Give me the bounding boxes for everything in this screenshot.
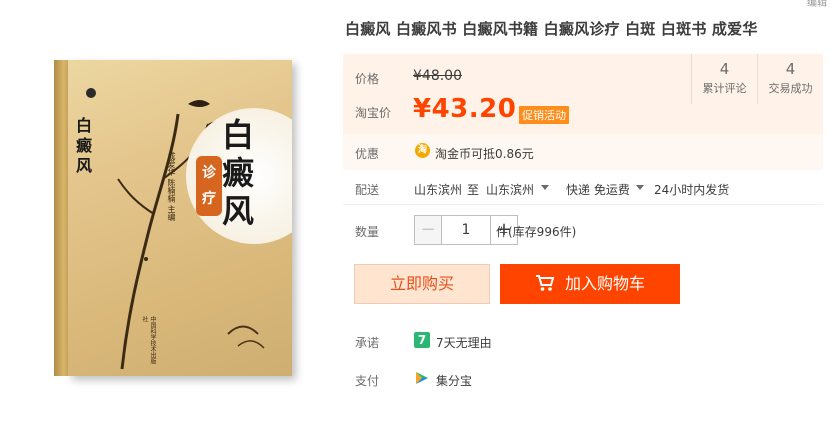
divider xyxy=(343,204,823,205)
original-price: ¥48.00 xyxy=(413,68,462,84)
coin-discount-text: 淘金币可抵0.86元 xyxy=(435,147,534,161)
stat-sales[interactable]: 4 交易成功 xyxy=(757,54,823,104)
jifenbao-icon xyxy=(416,372,428,384)
buy-now-button[interactable]: 立即购买 xyxy=(354,264,490,304)
cart-icon xyxy=(535,275,555,291)
current-price: ¥43.20 xyxy=(413,94,517,124)
discount-panel: 优惠 淘 淘金币可抵0.86元 xyxy=(343,134,823,170)
promise-text[interactable]: 7天无理由 xyxy=(436,334,492,351)
stat-reviews-label: 累计评论 xyxy=(702,82,747,95)
quantity-label: 数量 xyxy=(355,225,380,239)
stock-text: 件(库存996件) xyxy=(496,225,577,239)
payment-text[interactable]: 集分宝 xyxy=(436,372,472,389)
quantity-input[interactable]: 1 xyxy=(442,215,490,245)
ship-to: 至 xyxy=(467,183,480,197)
stat-sales-count: 4 xyxy=(785,60,796,78)
add-cart-label: 加入购物车 xyxy=(564,274,645,293)
ship-method-select[interactable]: 快递 免运费 xyxy=(566,181,630,198)
cover-small-title: 白癜风 xyxy=(76,116,93,175)
add-to-cart-button[interactable]: 加入购物车 xyxy=(500,264,680,304)
seven-day-return-icon: 7 xyxy=(414,332,430,348)
book-front: 白癜风 成爱华 陈楠楠 主编 白癜风 诊疗 中国科学技术出版社 xyxy=(68,60,292,376)
chevron-down-icon[interactable] xyxy=(636,185,644,190)
promise-label: 承诺 xyxy=(355,336,380,350)
decrease-button[interactable]: − xyxy=(414,215,442,245)
discount-label: 优惠 xyxy=(355,147,380,161)
stat-reviews[interactable]: 4 累计评论 xyxy=(691,54,757,104)
price-panel: 价格 ¥48.00 淘宝价 ¥43.20 促销活动 4 累计评论 4 交易成功 xyxy=(343,54,823,134)
ship-origin: 山东滨州 xyxy=(414,183,463,197)
cover-main-title: 白癜风 xyxy=(222,116,255,230)
cover-stamp: 诊疗 xyxy=(196,156,222,216)
stat-sales-label: 交易成功 xyxy=(768,82,813,95)
chevron-down-icon[interactable] xyxy=(541,185,549,190)
promo-tag[interactable]: 促销活动 xyxy=(519,106,569,124)
taobao-price-label: 淘宝价 xyxy=(355,106,392,120)
shipping-label: 配送 xyxy=(355,183,380,197)
price-label: 价格 xyxy=(355,72,380,86)
ship-destination-select[interactable]: 山东滨州 xyxy=(486,181,534,198)
taojinbi-coin-icon: 淘 xyxy=(415,143,430,158)
stat-reviews-count: 4 xyxy=(719,60,730,78)
cover-publisher: 中国科学技术出版社 xyxy=(141,316,156,364)
product-cover-image[interactable]: 白癜风 成爱华 陈楠楠 主编 白癜风 诊疗 中国科学技术出版社 xyxy=(42,60,312,380)
edit-link[interactable]: 编辑 xyxy=(807,0,827,9)
product-title: 白癜风 白癜风书 白癜风书籍 白癜风诊疗 白斑 白斑书 成爱华 xyxy=(345,20,758,38)
stats-group: 4 累计评论 4 交易成功 xyxy=(691,54,823,104)
cover-authors: 成爱华 陈楠楠 主编 xyxy=(167,152,176,222)
ship-time: 24小时内发货 xyxy=(654,183,730,197)
payment-label: 支付 xyxy=(355,374,380,388)
